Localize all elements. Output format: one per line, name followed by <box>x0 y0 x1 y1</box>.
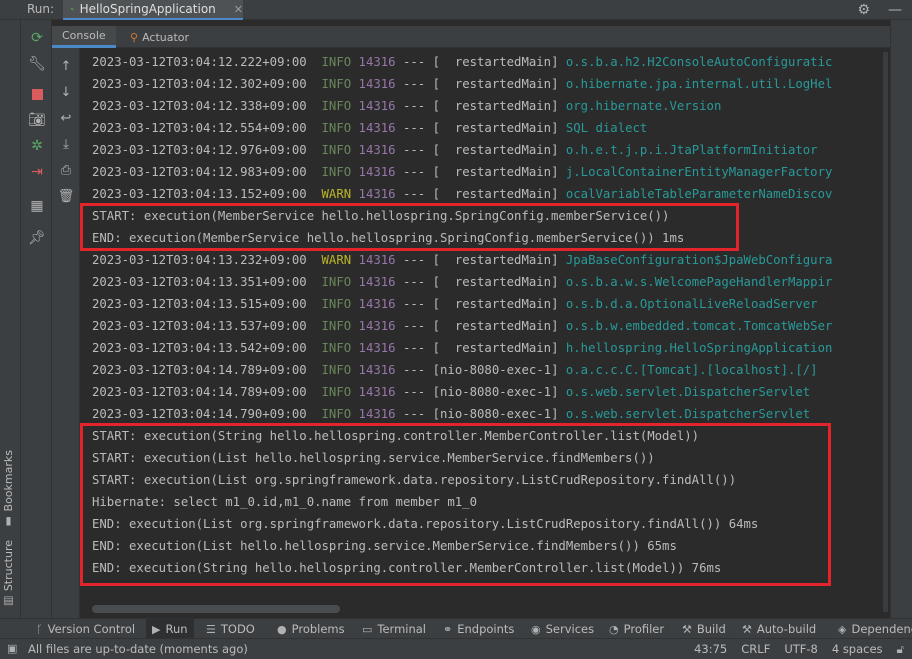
tab-label: Problems <box>291 622 345 636</box>
tab-services[interactable]: ◉ Services <box>531 619 594 639</box>
log-line: 2023-03-12T03:04:13.351+09:00 INFO 14316… <box>92 275 833 289</box>
rerun-icon[interactable]: ⟳ <box>27 28 47 48</box>
print-icon[interactable]: ⎙ <box>56 160 76 180</box>
bookmark-icon: ▮ <box>2 515 15 529</box>
soft-wrap-icon[interactable]: ↩ <box>56 108 76 128</box>
bottom-tool-bar: ᚴ Version Control ▶ Run ☰ TODO ● Problems ▭ T… <box>0 618 912 639</box>
console-subtabs: Console ⚲ Actuator <box>52 26 912 48</box>
tab-dependencies[interactable]: ◈ Dependenc <box>838 619 912 639</box>
problems-icon: ● <box>277 622 287 636</box>
tab-label: Build <box>696 622 726 636</box>
tab-version-control[interactable]: ᚴ Version Control <box>36 619 135 639</box>
tab-label: Terminal <box>377 622 427 636</box>
tab-console-label: Console <box>62 29 106 42</box>
log-line: 2023-03-12T03:04:12.554+09:00 INFO 14316… <box>92 121 648 135</box>
tab-problems[interactable]: ● Problems <box>277 619 345 639</box>
profiler-icon: ◔ <box>609 622 619 636</box>
lock-icon[interactable]: 🔓︎ <box>897 642 904 657</box>
log-line: 2023-03-12T03:04:12.983+09:00 INFO 14316… <box>92 165 833 179</box>
stop-icon[interactable] <box>27 84 47 104</box>
log-line: 2023-03-12T03:04:14.789+09:00 INFO 14316… <box>92 363 818 377</box>
branch-icon: ᚴ <box>36 622 43 636</box>
caret-position[interactable]: 43:75 <box>694 642 727 657</box>
run-icon: ▶ <box>152 622 161 636</box>
line-separator[interactable]: CRLF <box>741 642 770 657</box>
run-tool-header: Run: HelloSpringApplication ✕ ⚙ — <box>0 0 912 20</box>
wrench-icon[interactable]: 🔧︎ <box>27 54 47 74</box>
trash-icon[interactable]: 🗑︎ <box>56 186 76 206</box>
tab-label: Auto-build <box>756 622 817 636</box>
status-bar: ▣ All files are up-to-date (moments ago)… <box>0 638 912 659</box>
tab-console[interactable]: Console <box>52 26 116 48</box>
tab-auto-build[interactable]: ⚒ Auto-build <box>742 619 816 639</box>
log-line: 2023-03-12T03:04:12.222+09:00 INFO 14316… <box>92 55 833 69</box>
exit-icon[interactable]: ⇥ <box>27 162 47 182</box>
structure-label: Structure <box>2 540 15 592</box>
tab-label: TODO <box>220 622 255 636</box>
run-label: Run: <box>27 2 55 16</box>
list-icon: ☰ <box>206 622 216 636</box>
spring-leaf-icon <box>71 7 74 11</box>
left-tool-stripe: ▮ Bookmarks ▤ Structure <box>0 20 21 618</box>
horizontal-scrollbar[interactable] <box>92 605 340 613</box>
highlight-box-2 <box>80 423 831 586</box>
structure-tab[interactable]: ▤ Structure <box>2 540 15 608</box>
tab-terminal[interactable]: ▭ Terminal <box>362 619 426 639</box>
camera-icon[interactable]: 📷︎ <box>27 110 47 130</box>
tab-run[interactable]: ▶ Run <box>146 619 194 639</box>
scroll-up-icon[interactable]: ↑ <box>56 56 76 76</box>
bookmarks-tab[interactable]: ▮ Bookmarks <box>2 450 15 528</box>
run-config-tab[interactable]: HelloSpringApplication ✕ <box>63 0 243 20</box>
log-line: 2023-03-12T03:04:13.542+09:00 INFO 14316… <box>92 341 833 355</box>
file-encoding[interactable]: UTF-8 <box>784 642 818 657</box>
scroll-to-end-icon[interactable]: ⤓ <box>56 134 76 154</box>
vertical-scrollbar[interactable] <box>880 48 890 618</box>
status-message: All files are up-to-date (moments ago) <box>28 642 248 656</box>
tab-actuator-label: Actuator <box>142 30 190 44</box>
log-line: 2023-03-12T03:04:12.302+09:00 INFO 14316… <box>92 77 833 91</box>
log-line: 2023-03-12T03:04:14.789+09:00 INFO 14316… <box>92 385 811 399</box>
run-toolbar: ⟳ 🔧︎ 📷︎ ✲ ⇥ ▦ 📌︎ <box>21 20 52 618</box>
actuator-icon: ⚲ <box>130 30 139 44</box>
log-line: 2023-03-12T03:04:13.537+09:00 INFO 14316… <box>92 319 833 333</box>
terminal-icon: ▭ <box>362 622 373 636</box>
log-line: 2023-03-12T03:04:13.515+09:00 INFO 14316… <box>92 297 818 311</box>
endpoints-icon: ⚭ <box>443 622 453 636</box>
log-line: 2023-03-12T03:04:14.790+09:00 INFO 14316… <box>92 407 811 421</box>
log-line: 2023-03-12T03:04:13.232+09:00 WARN 14316… <box>92 253 833 267</box>
log-line: 2023-03-12T03:04:12.976+09:00 INFO 14316… <box>92 143 818 157</box>
tab-label: Run <box>165 622 188 636</box>
highlight-box-1 <box>80 203 739 251</box>
tab-build[interactable]: ⚒ Build <box>682 619 726 639</box>
console-toolbar: ↑ ↓ ↩ ⤓ ⎙ 🗑︎ <box>52 48 80 618</box>
run-config-name: HelloSpringApplication <box>79 2 216 16</box>
pin-icon[interactable]: 📌︎ <box>27 228 47 248</box>
bookmarks-label: Bookmarks <box>2 450 15 512</box>
layout-icon[interactable]: ▦ <box>27 196 47 216</box>
gear-icon[interactable]: ⚙ <box>857 1 870 19</box>
log-line: 2023-03-12T03:04:12.338+09:00 INFO 14316… <box>92 99 722 113</box>
scroll-down-icon[interactable]: ↓ <box>56 82 76 102</box>
minimize-icon[interactable]: — <box>888 1 902 19</box>
tab-actuator[interactable]: ⚲ Actuator <box>130 26 189 48</box>
log-line: 2023-03-12T03:04:13.152+09:00 WARN 14316… <box>92 187 833 201</box>
indent-setting[interactable]: 4 spaces <box>832 642 883 657</box>
dependencies-icon: ◈ <box>838 622 847 636</box>
tab-label: Profiler <box>623 622 665 636</box>
tab-profiler[interactable]: ◔ Profiler <box>609 619 664 639</box>
debug-restart-icon[interactable]: ✲ <box>27 136 47 156</box>
structure-icon: ▤ <box>2 595 15 609</box>
build-icon: ⚒ <box>682 622 692 636</box>
panel-toggle-icon[interactable]: ▣ <box>7 642 17 655</box>
tab-label: Dependenc <box>851 622 912 636</box>
tab-todo[interactable]: ☰ TODO <box>206 619 255 639</box>
services-icon: ◉ <box>531 622 541 636</box>
tab-label: Services <box>545 622 595 636</box>
tab-endpoints[interactable]: ⚭ Endpoints <box>443 619 514 639</box>
tab-label: Version Control <box>47 622 136 636</box>
right-tool-stripe <box>890 20 912 618</box>
close-icon[interactable]: ✕ <box>234 3 243 16</box>
tab-label: Endpoints <box>457 622 515 636</box>
hammer-icon: ⚒ <box>742 622 752 636</box>
